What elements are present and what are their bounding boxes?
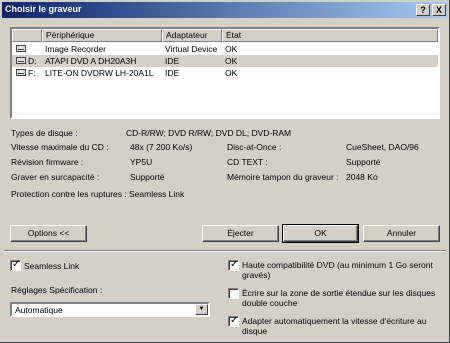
protection-label: Protection contre les ruptures :: [11, 189, 127, 199]
auto-speed-checkbox[interactable]: ✓: [228, 315, 239, 327]
device-name: ATAPI DVD A DH20A3H: [45, 56, 137, 66]
ok-button[interactable]: OK: [282, 224, 359, 243]
seamless-link-checkbox[interactable]: ✓: [10, 259, 21, 271]
max-speed-value: 48x (7 200 Ko/s): [130, 142, 193, 152]
device-adapter: IDE: [165, 56, 180, 66]
extended-leadout-checkbox[interactable]: [228, 288, 239, 299]
checkmark-icon: ✓: [12, 259, 21, 270]
optical-drive-icon: [16, 69, 26, 76]
cdtext-value: Supporté: [346, 157, 381, 167]
recorder-list[interactable]: Périphérique Adaptateur État Image Recor…: [10, 27, 440, 119]
drive-letter: D:: [28, 56, 37, 66]
eject-button[interactable]: Éjecter: [202, 225, 279, 242]
column-icon[interactable]: [12, 29, 42, 42]
dao-label: Disc-at-Once :: [227, 142, 282, 152]
dropdown-arrow-icon[interactable]: ▼: [195, 304, 208, 315]
dvd-compatibility-label[interactable]: Haute compatibilité DVD (au minimum 1 Go…: [242, 260, 438, 280]
dao-value: CueSheet, DAO/96: [346, 142, 419, 152]
column-state[interactable]: État: [222, 29, 438, 42]
printer-drive-icon: [16, 45, 26, 52]
title-bar: Choisir le graveur ? X: [2, 2, 448, 18]
buffer-value: 2048 Ko: [346, 172, 378, 182]
max-speed-label: Vitesse maximale du CD :: [11, 142, 109, 152]
disc-types-value: CD-R/RW; DVD R/RW; DVD DL; DVD-RAM: [126, 128, 292, 138]
device-state: OK: [225, 56, 238, 66]
cancel-button[interactable]: Annuler: [363, 225, 440, 242]
device-name: LITE-ON DVDRW LH-20A1L: [45, 68, 154, 78]
device-name: Image Recorder: [45, 44, 106, 54]
overburn-value: Supporté: [130, 172, 165, 182]
close-button[interactable]: X: [432, 4, 446, 16]
overburn-label: Graver en surcapacité :: [11, 172, 100, 182]
auto-speed-label[interactable]: Adapter automatiquement la vitesse d'écr…: [242, 316, 438, 336]
recorder-row-liteon[interactable]: F: LITE-ON DVDRW LH-20A1L IDE OK: [12, 67, 438, 79]
device-adapter: IDE: [165, 68, 180, 78]
device-state: OK: [225, 44, 238, 54]
seamless-link-label[interactable]: Seamless Link: [24, 261, 79, 271]
help-button[interactable]: ?: [416, 4, 430, 16]
buffer-label: Mémoire tampon du graveur :: [227, 172, 339, 182]
extended-leadout-label[interactable]: Écrire sur la zone de sortie étendue sur…: [242, 288, 438, 308]
disc-types-label: Types de disque :: [11, 128, 78, 138]
checkmark-icon: ✓: [230, 259, 239, 270]
dvd-compatibility-checkbox[interactable]: ✓: [228, 259, 239, 271]
drive-letter: F:: [28, 68, 36, 78]
recorder-row-atapi[interactable]: D: ATAPI DVD A DH20A3H IDE OK: [12, 55, 438, 67]
checkmark-icon: ✓: [230, 315, 239, 326]
dialog-title: Choisir le graveur: [5, 4, 82, 14]
specification-settings-value: Automatique: [15, 305, 63, 315]
recorder-list-header: Périphérique Adaptateur État: [12, 29, 438, 42]
firmware-label: Révision firmware :: [11, 157, 84, 167]
choose-recorder-dialog: Choisir le graveur ? X Périphérique Adap…: [0, 0, 450, 343]
cdtext-label: CD TEXT :: [227, 157, 268, 167]
optical-drive-icon: [16, 57, 26, 64]
column-device[interactable]: Périphérique: [42, 29, 162, 42]
firmware-value: YP5U: [130, 157, 153, 167]
options-button[interactable]: Options <<: [10, 225, 87, 242]
device-state: OK: [225, 68, 238, 78]
column-adapter[interactable]: Adaptateur: [162, 29, 222, 42]
recorder-row-image-recorder[interactable]: Image Recorder Virtual Device OK: [12, 43, 438, 55]
specification-settings-select[interactable]: Automatique ▼: [10, 302, 210, 317]
protection-value: Seamless Link: [129, 189, 185, 199]
device-adapter: Virtual Device: [165, 44, 218, 54]
specification-settings-label: Réglages Spécification :: [11, 285, 103, 295]
options-separator: [4, 250, 446, 252]
